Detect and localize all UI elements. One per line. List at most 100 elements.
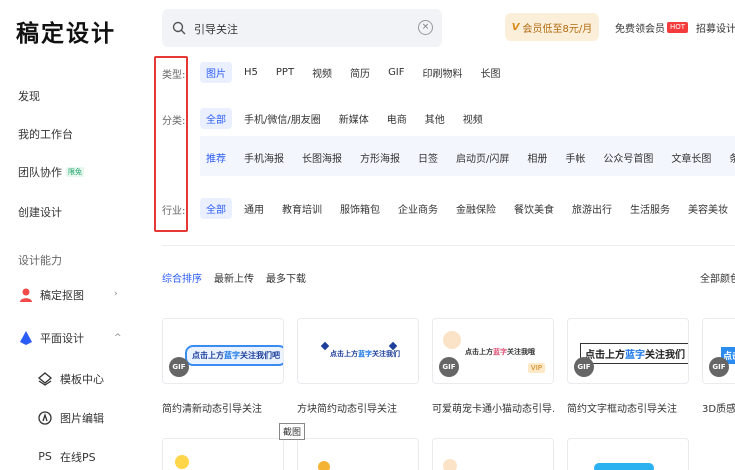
color-filter-dropdown[interactable]: 全部颜色 (700, 270, 735, 285)
person-cutout-icon (18, 287, 34, 303)
bee-icon (318, 461, 330, 470)
card-preview-text: 点击上方蓝字关注我们 (580, 343, 688, 364)
sidebar-item-label: 团队协作 (18, 166, 62, 179)
template-card[interactable] (432, 438, 554, 470)
type-filter-row: 图片 H5 PPT 视频 简历 GIF 印刷物料 长图 (200, 62, 513, 83)
chevron-up-icon[interactable]: ^ (114, 333, 122, 343)
category-filter-row: 全部 手机/微信/朋友圈 新媒体 电商 其他 视频 (200, 108, 495, 129)
category-chip-1[interactable]: 手机/微信/朋友圈 (238, 108, 327, 129)
sidebar-item-templates[interactable]: 模板中心 (37, 371, 104, 387)
category-chip-4[interactable]: 其他 (419, 108, 451, 129)
card-title[interactable]: 简约文字框动态引导关注 (567, 400, 689, 415)
subcategory-chip-0[interactable]: 推荐 (200, 147, 232, 168)
category-chip-3[interactable]: 电商 (381, 108, 413, 129)
industry-chip-8[interactable]: 生活服务 (624, 198, 676, 219)
card-title[interactable]: 简约清新动态引导关注 (162, 400, 284, 415)
subcategory-chip-4[interactable]: 日签 (412, 147, 444, 168)
subcategory-chip-10[interactable]: 条漫 (723, 147, 735, 168)
sort-tab-2[interactable]: 最多下载 (266, 270, 306, 285)
type-chip-6[interactable]: 印刷物料 (417, 62, 469, 83)
card-preview-text: 点击上方蓝字关注我哦 (465, 348, 535, 356)
vip-button[interactable]: V 会员低至8元/月 (505, 13, 599, 41)
card-title[interactable]: 可爱萌宠卡通小猫动态引导... (432, 400, 554, 415)
sidebar-item-label: 发现 (18, 90, 40, 103)
subcategory-chip-8[interactable]: 公众号首图 (597, 147, 659, 168)
type-chip-7[interactable]: 长图 (475, 62, 507, 83)
subcategory-chip-7[interactable]: 手帐 (559, 147, 591, 168)
tooltip: 截图 (279, 423, 306, 440)
industry-chip-2[interactable]: 教育培训 (276, 198, 328, 219)
type-chip-2[interactable]: PPT (270, 64, 300, 81)
template-card[interactable] (297, 438, 419, 470)
image-edit-icon (38, 411, 52, 425)
gif-badge: GIF (439, 357, 459, 377)
subcategory-chip-3[interactable]: 方形海报 (354, 147, 406, 168)
industry-chip-0[interactable]: 全部 (200, 198, 232, 219)
free-member-label: 免费领会员 (615, 24, 665, 35)
template-card[interactable] (567, 438, 689, 470)
template-card[interactable]: 点击上方蓝字关注我们 GIF (567, 318, 689, 384)
subcategory-chip-9[interactable]: 文章长图 (665, 147, 717, 168)
industry-chip-5[interactable]: 金融保险 (450, 198, 502, 219)
sidebar-item-team[interactable]: 团队协作 限免 (18, 164, 84, 180)
sun-icon (175, 455, 189, 469)
subcategory-chip-2[interactable]: 长图海报 (296, 147, 348, 168)
sidebar-item-discover[interactable]: 发现 (18, 88, 40, 104)
card-title[interactable]: 方块简约动态引导关注 (297, 400, 419, 415)
sidebar-item-label: 创建设计 (18, 206, 62, 219)
vip-logo-icon: V (511, 21, 520, 33)
gif-badge: GIF (169, 357, 189, 377)
industry-chip-3[interactable]: 服饰箱包 (334, 198, 386, 219)
type-chip-5[interactable]: GIF (382, 64, 410, 81)
card-title[interactable]: 3D质感 (702, 400, 735, 415)
sidebar-item-label: 平面设计 (40, 332, 84, 345)
sidebar-item-workspace[interactable]: 我的工作台 (18, 126, 73, 142)
chevron-right-icon[interactable]: › (114, 289, 118, 299)
sidebar-item-graphic-design[interactable]: 平面设计 (18, 330, 84, 346)
sidebar-item-label: 模板中心 (60, 373, 104, 386)
industry-chip-4[interactable]: 企业商务 (392, 198, 444, 219)
type-chip-3[interactable]: 视频 (306, 62, 338, 83)
sidebar-item-create[interactable]: 创建设计 (18, 204, 62, 220)
cat-icon (443, 459, 457, 470)
search-input[interactable]: 引导关注 (194, 21, 238, 37)
subcategory-chip-5[interactable]: 启动页/闪屏 (450, 147, 515, 168)
industry-chip-9[interactable]: 美容美妆 (682, 198, 734, 219)
category-chip-5[interactable]: 视频 (457, 108, 489, 129)
type-chip-4[interactable]: 简历 (344, 62, 376, 83)
sidebar-item-cutout[interactable]: 稿定抠图 (18, 287, 84, 303)
template-card[interactable]: 点击上方蓝字关注我哦 GIF VIP (432, 318, 554, 384)
sidebar: 稿定设计 发现 我的工作台 团队协作 限免 创建设计 设计能力 稿定抠图 › 平… (0, 0, 150, 470)
template-card[interactable]: 点击上方蓝字关注我们吧 GIF (162, 318, 284, 384)
industry-chip-1[interactable]: 通用 (238, 198, 270, 219)
industry-chip-7[interactable]: 旅游出行 (566, 198, 618, 219)
category-chip-2[interactable]: 新媒体 (333, 108, 375, 129)
recruit-designer-link[interactable]: 招募设计 (696, 20, 735, 35)
template-icon (37, 372, 53, 386)
vip-label: 会员低至8元/月 (522, 23, 593, 35)
sort-tab-0[interactable]: 综合排序 (162, 270, 202, 285)
sidebar-item-online-ps[interactable]: PS 在线PS (38, 449, 95, 465)
template-card[interactable]: 点击上方蓝字关注我们 (297, 318, 419, 384)
type-chip-1[interactable]: H5 (238, 64, 264, 81)
type-chip-0[interactable]: 图片 (200, 62, 232, 83)
vip-tag: VIP (527, 363, 545, 373)
template-card[interactable]: 点击 GIF (702, 318, 735, 384)
template-card[interactable] (162, 438, 284, 470)
free-member-link[interactable]: 免费领会员 HOT (615, 20, 689, 35)
sort-tab-1[interactable]: 最新上传 (214, 270, 254, 285)
search-bar[interactable]: 引导关注 × (162, 9, 442, 47)
free-badge: 限免 (66, 167, 84, 177)
sort-tabs: 综合排序 最新上传 最多下载 (162, 270, 318, 285)
industry-chip-6[interactable]: 餐饮美食 (508, 198, 560, 219)
subcategory-filter-row: 推荐手机海报长图海报方形海报日签启动页/闪屏相册手帐公众号首图文章长图条漫公众号… (200, 147, 735, 168)
app-logo[interactable]: 稿定设计 (16, 14, 116, 48)
clear-icon[interactable]: × (418, 20, 433, 35)
sidebar-item-label: 我的工作台 (18, 128, 73, 141)
subcategory-chip-1[interactable]: 手机海报 (238, 147, 290, 168)
divider (162, 245, 735, 246)
category-chip-0[interactable]: 全部 (200, 108, 232, 129)
banner-shape (594, 463, 654, 470)
sidebar-item-image-edit[interactable]: 图片编辑 (38, 410, 104, 426)
subcategory-chip-6[interactable]: 相册 (521, 147, 553, 168)
